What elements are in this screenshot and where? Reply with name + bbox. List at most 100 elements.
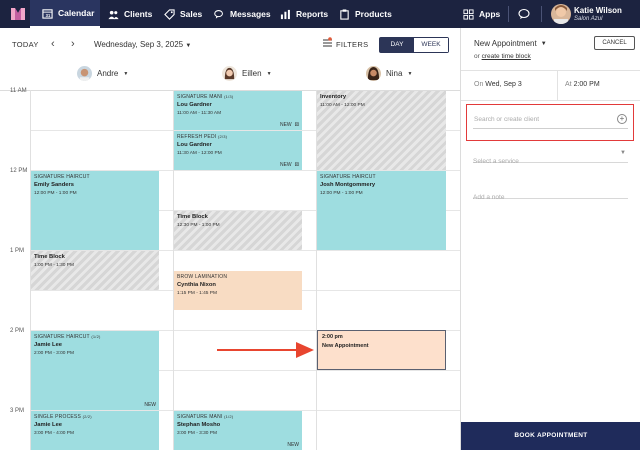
new-appointment-time: 2:00 pm [322, 334, 343, 340]
appointment-block[interactable]: BROW LAMINATION Cynthia Nixon 1:15 PM - … [174, 271, 302, 310]
create-time-block-link[interactable]: create time block [482, 53, 531, 60]
time-field[interactable]: At 2:00 PM [565, 81, 600, 88]
logo-icon[interactable] [9, 5, 27, 23]
staff-name: Andre [97, 69, 119, 78]
staff-name: Nina [386, 69, 403, 78]
book-appointment-button[interactable]: BOOK APPOINTMENT [461, 422, 640, 450]
nav-divider [541, 6, 542, 22]
staff-name: Eillen [242, 69, 262, 78]
gift-icon: ⚄ [294, 122, 299, 128]
service-select[interactable]: Select a service ▼ [473, 150, 628, 165]
time-label: 2 PM [10, 328, 25, 334]
nav-apps[interactable]: Apps [463, 0, 500, 28]
time-block[interactable]: Time Block 1:00 PM - 1:30 PM [31, 251, 159, 290]
nav-reports-label: Reports [296, 9, 329, 19]
user-name[interactable]: Katie Wilson [574, 6, 622, 15]
nav-sales[interactable]: Sales [164, 0, 202, 28]
client-name: Stephan Mosho [177, 422, 221, 428]
svg-text:31: 31 [46, 13, 51, 18]
new-client-badge: NEW ⚄ [279, 122, 299, 128]
gift-icon: ⚄ [294, 162, 299, 168]
client-name: Jamie Lee [34, 342, 63, 348]
service-name: REFRESH PEDI (2/3) [177, 134, 228, 140]
appointment-block[interactable]: SIGNATURE HAIRCUT (1/2) Jamie Lee 2:00 P… [31, 331, 159, 410]
prev-day-chevron-icon[interactable]: ‹ [51, 38, 55, 50]
new-client-badge: NEW ⚄ [279, 162, 299, 168]
appointment-block[interactable]: SIGNATURE HAIRCUT Josh Montgommery 12:00… [317, 171, 446, 250]
appointment-time: 3:00 PM - 4:00 PM [34, 431, 74, 436]
time-block[interactable]: Inventory 11:00 AM - 12:00 PM [317, 91, 446, 170]
note-input[interactable]: Add a note [473, 186, 628, 201]
time-block[interactable]: Time Block 12:30 PM - 1:00 PM [174, 211, 302, 250]
client-name: Lou Gardner [177, 102, 212, 108]
appointment-time: 12:00 PM - 1:00 PM [34, 191, 77, 196]
nav-reports[interactable]: Reports [280, 0, 328, 28]
nav-products[interactable]: Products [339, 0, 392, 28]
service-name: SINGLE PROCESS (2/2) [34, 414, 92, 420]
nav-divider [508, 6, 509, 22]
create-time-block-row: or create time block [474, 53, 531, 60]
new-appointment-slot[interactable]: 2:00 pm New Appointment [317, 330, 446, 370]
service-name: SIGNATURE HAIRCUT (1/2) [34, 334, 101, 340]
client-search-placeholder: Search or create client [474, 116, 540, 123]
appointment-block[interactable]: SIGNATURE MANI (1/3) Lou Gardner 11:00 A… [174, 91, 302, 130]
tag-icon [164, 8, 175, 20]
user-avatar[interactable] [551, 4, 571, 24]
on-label: On [474, 81, 484, 88]
staff-header-nina[interactable]: Nina ▼ [366, 66, 412, 81]
appointment-time: 1:15 PM - 1:45 PM [177, 291, 217, 296]
today-button[interactable]: TODAY [12, 40, 39, 49]
block-name: Time Block [34, 254, 65, 260]
next-day-chevron-icon[interactable]: › [71, 38, 75, 50]
top-nav: 31 Calendar Clients Sales Messages Repor… [0, 0, 640, 28]
nav-apps-label: Apps [479, 9, 501, 19]
filters-button[interactable]: FILTERS [336, 40, 368, 49]
cancel-button[interactable]: CANCEL [594, 36, 635, 50]
day-view-button[interactable]: DAY [380, 38, 414, 52]
appointment-block[interactable]: SIGNATURE HAIRCUT Emily Sanders 12:00 PM… [31, 171, 159, 250]
chevron-down-icon: ▼ [540, 40, 547, 47]
appointment-time: 11:00 AM - 11:30 AM [177, 111, 222, 116]
product-box-icon [340, 8, 349, 20]
client-name: Lou Gardner [177, 142, 212, 148]
nav-clients[interactable]: Clients [108, 0, 152, 28]
service-name: BROW LAMINATION [177, 274, 228, 280]
block-time: 11:00 AM - 12:00 PM [320, 103, 365, 108]
staff-header-andre[interactable]: Andre ▼ [77, 66, 128, 81]
nav-sales-label: Sales [180, 9, 203, 19]
view-toggle: DAY WEEK [379, 37, 449, 53]
panel-title-text: New Appointment [474, 39, 537, 48]
new-client-badge: NEW [144, 402, 156, 408]
date-picker[interactable]: Wednesday, Sep 3, 2025 ▼ [94, 40, 191, 49]
chat-icon[interactable] [518, 8, 530, 20]
staff-header-eillen[interactable]: Eillen ▼ [222, 66, 272, 81]
date-field[interactable]: On Wed, Sep 3 [474, 81, 522, 88]
time-label: 1 PM [10, 248, 25, 254]
appointment-block[interactable]: SINGLE PROCESS (2/2) Jamie Lee 3:00 PM -… [31, 411, 159, 450]
new-client-badge: NEW [287, 442, 299, 448]
time-label: 11 AM [10, 88, 27, 94]
block-time: 12:30 PM - 1:00 PM [177, 223, 220, 228]
service-placeholder: Select a service [473, 158, 519, 165]
add-client-icon[interactable]: + [617, 114, 627, 124]
appointment-time: 12:00 PM - 1:00 PM [320, 191, 363, 196]
at-label: At [565, 81, 572, 88]
week-view-button[interactable]: WEEK [414, 38, 448, 52]
appointment-time: 2:00 PM - 3:00 PM [34, 351, 74, 356]
date-label: Wednesday, Sep 3, 2025 [94, 40, 184, 49]
service-name: SIGNATURE HAIRCUT [34, 174, 90, 180]
nav-calendar[interactable]: 31 Calendar [30, 0, 100, 28]
client-search-input[interactable]: Search or create client + [473, 112, 628, 129]
panel-title[interactable]: New Appointment ▼ [474, 39, 547, 48]
appointment-block[interactable]: REFRESH PEDI (2/3) Lou Gardner 11:30 AM … [174, 131, 302, 170]
client-name: Josh Montgommery [320, 182, 376, 188]
block-name: Time Block [177, 214, 208, 220]
staff-avatar [77, 66, 92, 81]
filters-icon[interactable] [322, 37, 333, 48]
nav-messages[interactable]: Messages [214, 0, 271, 28]
service-name: SIGNATURE MANI (1/2) [177, 414, 234, 420]
nav-messages-label: Messages [230, 9, 271, 19]
time-value: 2:00 PM [573, 81, 600, 88]
chevron-down-icon: ▼ [620, 150, 626, 156]
appointment-block[interactable]: SIGNATURE MANI (1/2) Stephan Mosho 3:00 … [174, 411, 302, 450]
